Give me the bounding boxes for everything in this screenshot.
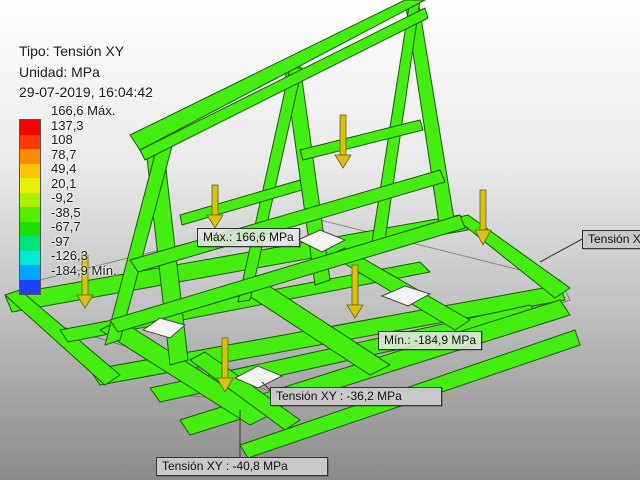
base-rail-left bbox=[4, 289, 121, 386]
probe-right-label[interactable]: Tensión XY bbox=[582, 230, 640, 249]
scale-label: 108 bbox=[51, 132, 73, 147]
mid-brace-3 bbox=[299, 119, 424, 161]
color-swatch bbox=[20, 265, 40, 280]
scale-label: 166,6 Máx. bbox=[51, 103, 116, 118]
result-type-label: Tipo: Tensión XY bbox=[19, 43, 125, 59]
color-swatch bbox=[20, 236, 40, 251]
color-swatch bbox=[20, 178, 40, 193]
color-swatch bbox=[20, 149, 40, 164]
scale-label: 78,7 bbox=[51, 146, 77, 162]
probe-mid-label[interactable]: Tensión XY : -36,2 MPa bbox=[270, 387, 442, 406]
scale-label: 137,3 bbox=[51, 117, 84, 133]
scale-label: -67,7 bbox=[51, 219, 81, 234]
scale-label: -38,5 bbox=[51, 204, 81, 220]
scale-label: 20,1 bbox=[51, 175, 77, 191]
scale-label: -9,2 bbox=[51, 190, 74, 205]
scale-label: -184,9 Mín. bbox=[51, 262, 117, 278]
color-swatch bbox=[20, 207, 40, 222]
color-scale-bar bbox=[19, 119, 41, 295]
color-swatch bbox=[20, 134, 40, 149]
probe-min-label[interactable]: Mín.: -184,9 MPa bbox=[378, 331, 483, 350]
color-swatch bbox=[20, 221, 40, 236]
color-swatch bbox=[20, 120, 40, 135]
scale-label: -97 bbox=[51, 233, 70, 249]
base-rail-right bbox=[454, 214, 571, 299]
probe-max-label[interactable]: Máx.: 166,6 MPa bbox=[197, 228, 300, 247]
timestamp: 29-07-2019, 16:04:42 bbox=[19, 84, 153, 100]
fea-result-viewport[interactable]: Tipo: Tensión XY Unidad: MPa 29-07-2019,… bbox=[0, 0, 640, 480]
color-swatch bbox=[20, 163, 40, 178]
unit-label: Unidad: MPa bbox=[19, 64, 100, 80]
color-swatch bbox=[20, 279, 40, 294]
color-swatch bbox=[20, 192, 40, 207]
probe-bottom-label[interactable]: Tensión XY : -40,8 MPa bbox=[156, 457, 328, 476]
scale-label: -126,3 bbox=[51, 248, 88, 263]
color-swatch bbox=[20, 250, 40, 265]
scale-label: 49,4 bbox=[51, 161, 77, 176]
